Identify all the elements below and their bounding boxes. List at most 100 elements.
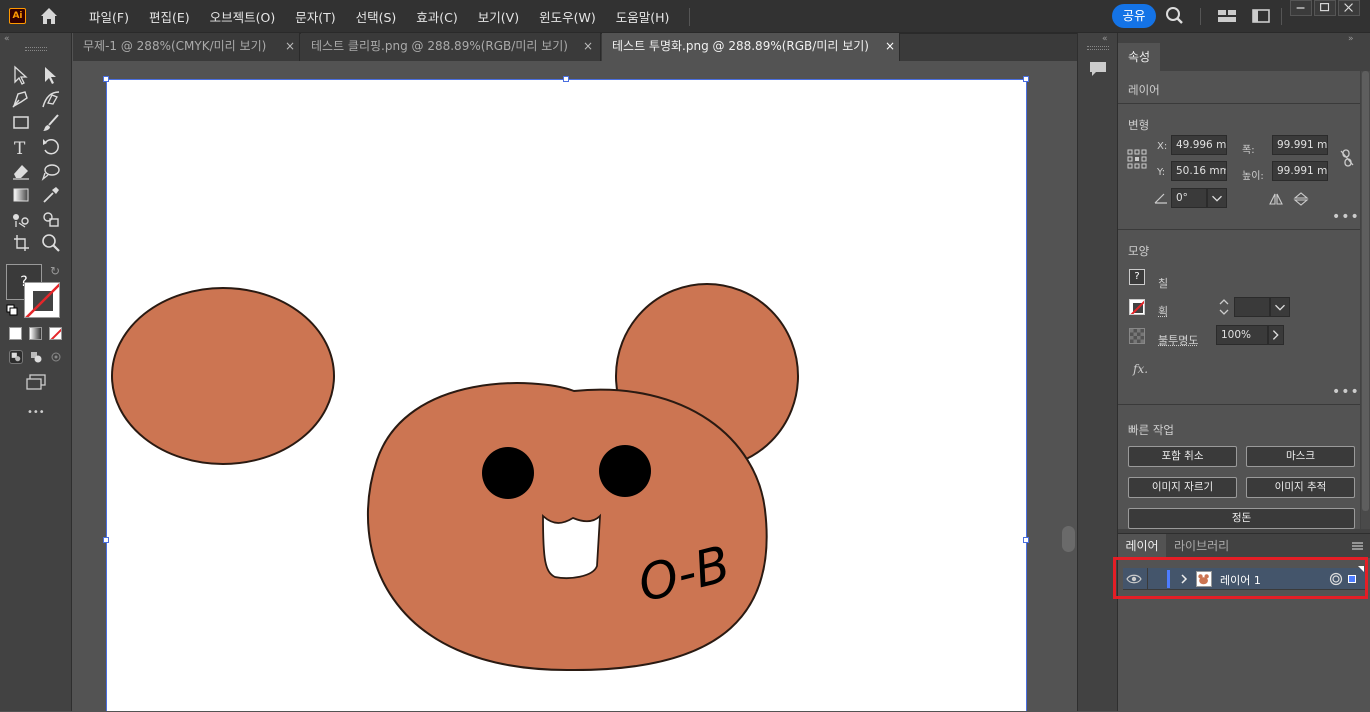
- panel-grip[interactable]: [25, 47, 47, 51]
- close-tab-icon[interactable]: ×: [283, 33, 297, 61]
- angle-dropdown[interactable]: [1207, 188, 1227, 208]
- menu-file[interactable]: 파일(F): [79, 7, 139, 26]
- maximize-button[interactable]: [1314, 0, 1336, 16]
- swap-colors-icon[interactable]: ↻: [50, 264, 60, 278]
- close-tab-icon[interactable]: ×: [883, 33, 897, 61]
- panel-menu-icon[interactable]: [1351, 540, 1364, 552]
- bounding-handle[interactable]: [103, 76, 109, 82]
- artboard[interactable]: O-B: [106, 79, 1027, 711]
- eraser-tool-icon[interactable]: [10, 160, 32, 182]
- screen-mode-icon[interactable]: [25, 373, 47, 391]
- menu-edit[interactable]: 편집(E): [139, 7, 200, 26]
- collapse-icon[interactable]: «: [4, 34, 10, 44]
- workspace-icon[interactable]: [1250, 6, 1272, 26]
- rectangle-tool-icon[interactable]: [10, 112, 32, 134]
- mask-button[interactable]: 마스크: [1246, 446, 1355, 467]
- vertical-scrollbar[interactable]: [1060, 61, 1077, 711]
- properties-scrollbar[interactable]: [1361, 71, 1370, 529]
- menu-effect[interactable]: 효과(C): [406, 7, 467, 26]
- bounding-handle[interactable]: [563, 76, 569, 82]
- menu-view[interactable]: 보기(V): [468, 7, 529, 26]
- highlight-box: [1113, 557, 1368, 599]
- bear-illustration[interactable]: O-B: [107, 80, 1028, 711]
- gradient-mode-icon[interactable]: [29, 327, 42, 340]
- draw-normal-icon[interactable]: [9, 350, 23, 364]
- none-mode-icon[interactable]: [49, 327, 62, 340]
- arrange-button[interactable]: 정돈: [1128, 508, 1355, 529]
- bounding-handle[interactable]: [1023, 537, 1029, 543]
- panel-grip[interactable]: [1087, 46, 1109, 50]
- effects-icon[interactable]: fx.: [1133, 362, 1148, 376]
- tab-libraries[interactable]: 라이브러리: [1174, 534, 1229, 558]
- reference-point-icon[interactable]: [1127, 149, 1147, 169]
- tab-document-2[interactable]: 테스트 클리핑.png @ 288.89%(RGB/미리 보기): [301, 33, 601, 61]
- release-clipping-mask-button[interactable]: 포함 취소: [1128, 446, 1237, 467]
- tab-document-1[interactable]: 무제-1 @ 288%(CMYK/미리 보기): [73, 33, 300, 61]
- eyedropper-tool-icon[interactable]: [40, 184, 62, 206]
- zoom-tool-icon[interactable]: [40, 232, 62, 254]
- menu-object[interactable]: 오브젝트(O): [200, 7, 286, 26]
- stroke-weight-dropdown[interactable]: [1270, 297, 1290, 317]
- menu-help[interactable]: 도움말(H): [606, 7, 680, 26]
- opacity-label[interactable]: 불투명도: [1158, 332, 1198, 348]
- flip-vertical-icon[interactable]: [1293, 192, 1309, 206]
- home-icon[interactable]: [38, 5, 60, 27]
- draw-behind-icon[interactable]: [29, 350, 43, 364]
- transform-more-button[interactable]: •••: [1332, 209, 1360, 225]
- crop-image-button[interactable]: 이미지 자르기: [1128, 477, 1237, 498]
- default-colors-icon[interactable]: [6, 304, 18, 316]
- type-tool-icon[interactable]: T: [10, 136, 32, 158]
- rotate-tool-icon[interactable]: [40, 136, 62, 158]
- height-input[interactable]: 99.991 mm: [1272, 161, 1328, 181]
- artboard-tool-icon[interactable]: [10, 232, 32, 254]
- direct-selection-tool-icon[interactable]: [40, 64, 62, 86]
- stroke-swatch[interactable]: [24, 282, 60, 318]
- warp-tool-icon[interactable]: [40, 160, 62, 182]
- x-input[interactable]: 49.996 mm: [1171, 135, 1227, 155]
- fill-color-swatch[interactable]: ?: [1129, 269, 1145, 285]
- angle-input[interactable]: 0°: [1171, 188, 1207, 208]
- stroke-label[interactable]: 획: [1158, 303, 1168, 319]
- expand-icon[interactable]: «: [1102, 34, 1108, 44]
- paintbrush-tool-icon[interactable]: [40, 112, 62, 134]
- tab-properties[interactable]: 속성: [1118, 43, 1160, 71]
- blend-tool-icon[interactable]: [10, 208, 32, 230]
- minimize-button[interactable]: [1290, 0, 1312, 16]
- opacity-dropdown[interactable]: [1268, 325, 1284, 345]
- menu-select[interactable]: 선택(S): [346, 7, 407, 26]
- pen-tool-icon[interactable]: [10, 88, 32, 110]
- canvas[interactable]: O-B: [73, 61, 1060, 711]
- close-tab-icon[interactable]: ×: [581, 33, 595, 61]
- menu-type[interactable]: 문자(T): [285, 7, 345, 26]
- scrollbar-thumb[interactable]: [1362, 71, 1369, 511]
- tab-layers[interactable]: 레이어: [1118, 534, 1166, 558]
- close-window-button[interactable]: [1338, 0, 1360, 16]
- share-button[interactable]: 공유: [1112, 4, 1156, 28]
- scrollbar-thumb[interactable]: [1062, 526, 1075, 552]
- selection-tool-icon[interactable]: [10, 64, 32, 86]
- menu-window[interactable]: 윈도우(W): [529, 7, 606, 26]
- stroke-weight-stepper[interactable]: [1216, 296, 1232, 318]
- edit-toolbar-icon[interactable]: •••: [27, 407, 45, 418]
- shape-builder-tool-icon[interactable]: [40, 208, 62, 230]
- appearance-more-button[interactable]: •••: [1332, 384, 1360, 400]
- constrain-proportions-icon[interactable]: [1339, 149, 1355, 167]
- color-mode-icon[interactable]: [9, 327, 22, 340]
- gradient-tool-icon[interactable]: [10, 184, 32, 206]
- tab-document-3[interactable]: 테스트 투명화.png @ 288.89%(RGB/미리 보기): [602, 33, 900, 61]
- draw-inside-icon[interactable]: [49, 350, 63, 364]
- image-trace-button[interactable]: 이미지 추적: [1246, 477, 1355, 498]
- stroke-color-swatch[interactable]: [1129, 299, 1145, 315]
- stroke-weight-input[interactable]: [1234, 297, 1270, 317]
- arrange-documents-icon[interactable]: [1216, 6, 1238, 26]
- bounding-handle[interactable]: [103, 537, 109, 543]
- opacity-input[interactable]: 100%: [1216, 325, 1268, 345]
- width-input[interactable]: 99.991 mm: [1272, 135, 1328, 155]
- bounding-handle[interactable]: [1023, 76, 1029, 82]
- curvature-tool-icon[interactable]: [40, 88, 62, 110]
- collapse-icon[interactable]: »: [1348, 34, 1354, 44]
- comments-icon[interactable]: [1087, 58, 1109, 80]
- search-icon[interactable]: [1164, 6, 1186, 26]
- y-input[interactable]: 50.16 mm: [1171, 161, 1227, 181]
- flip-horizontal-icon[interactable]: [1268, 192, 1284, 206]
